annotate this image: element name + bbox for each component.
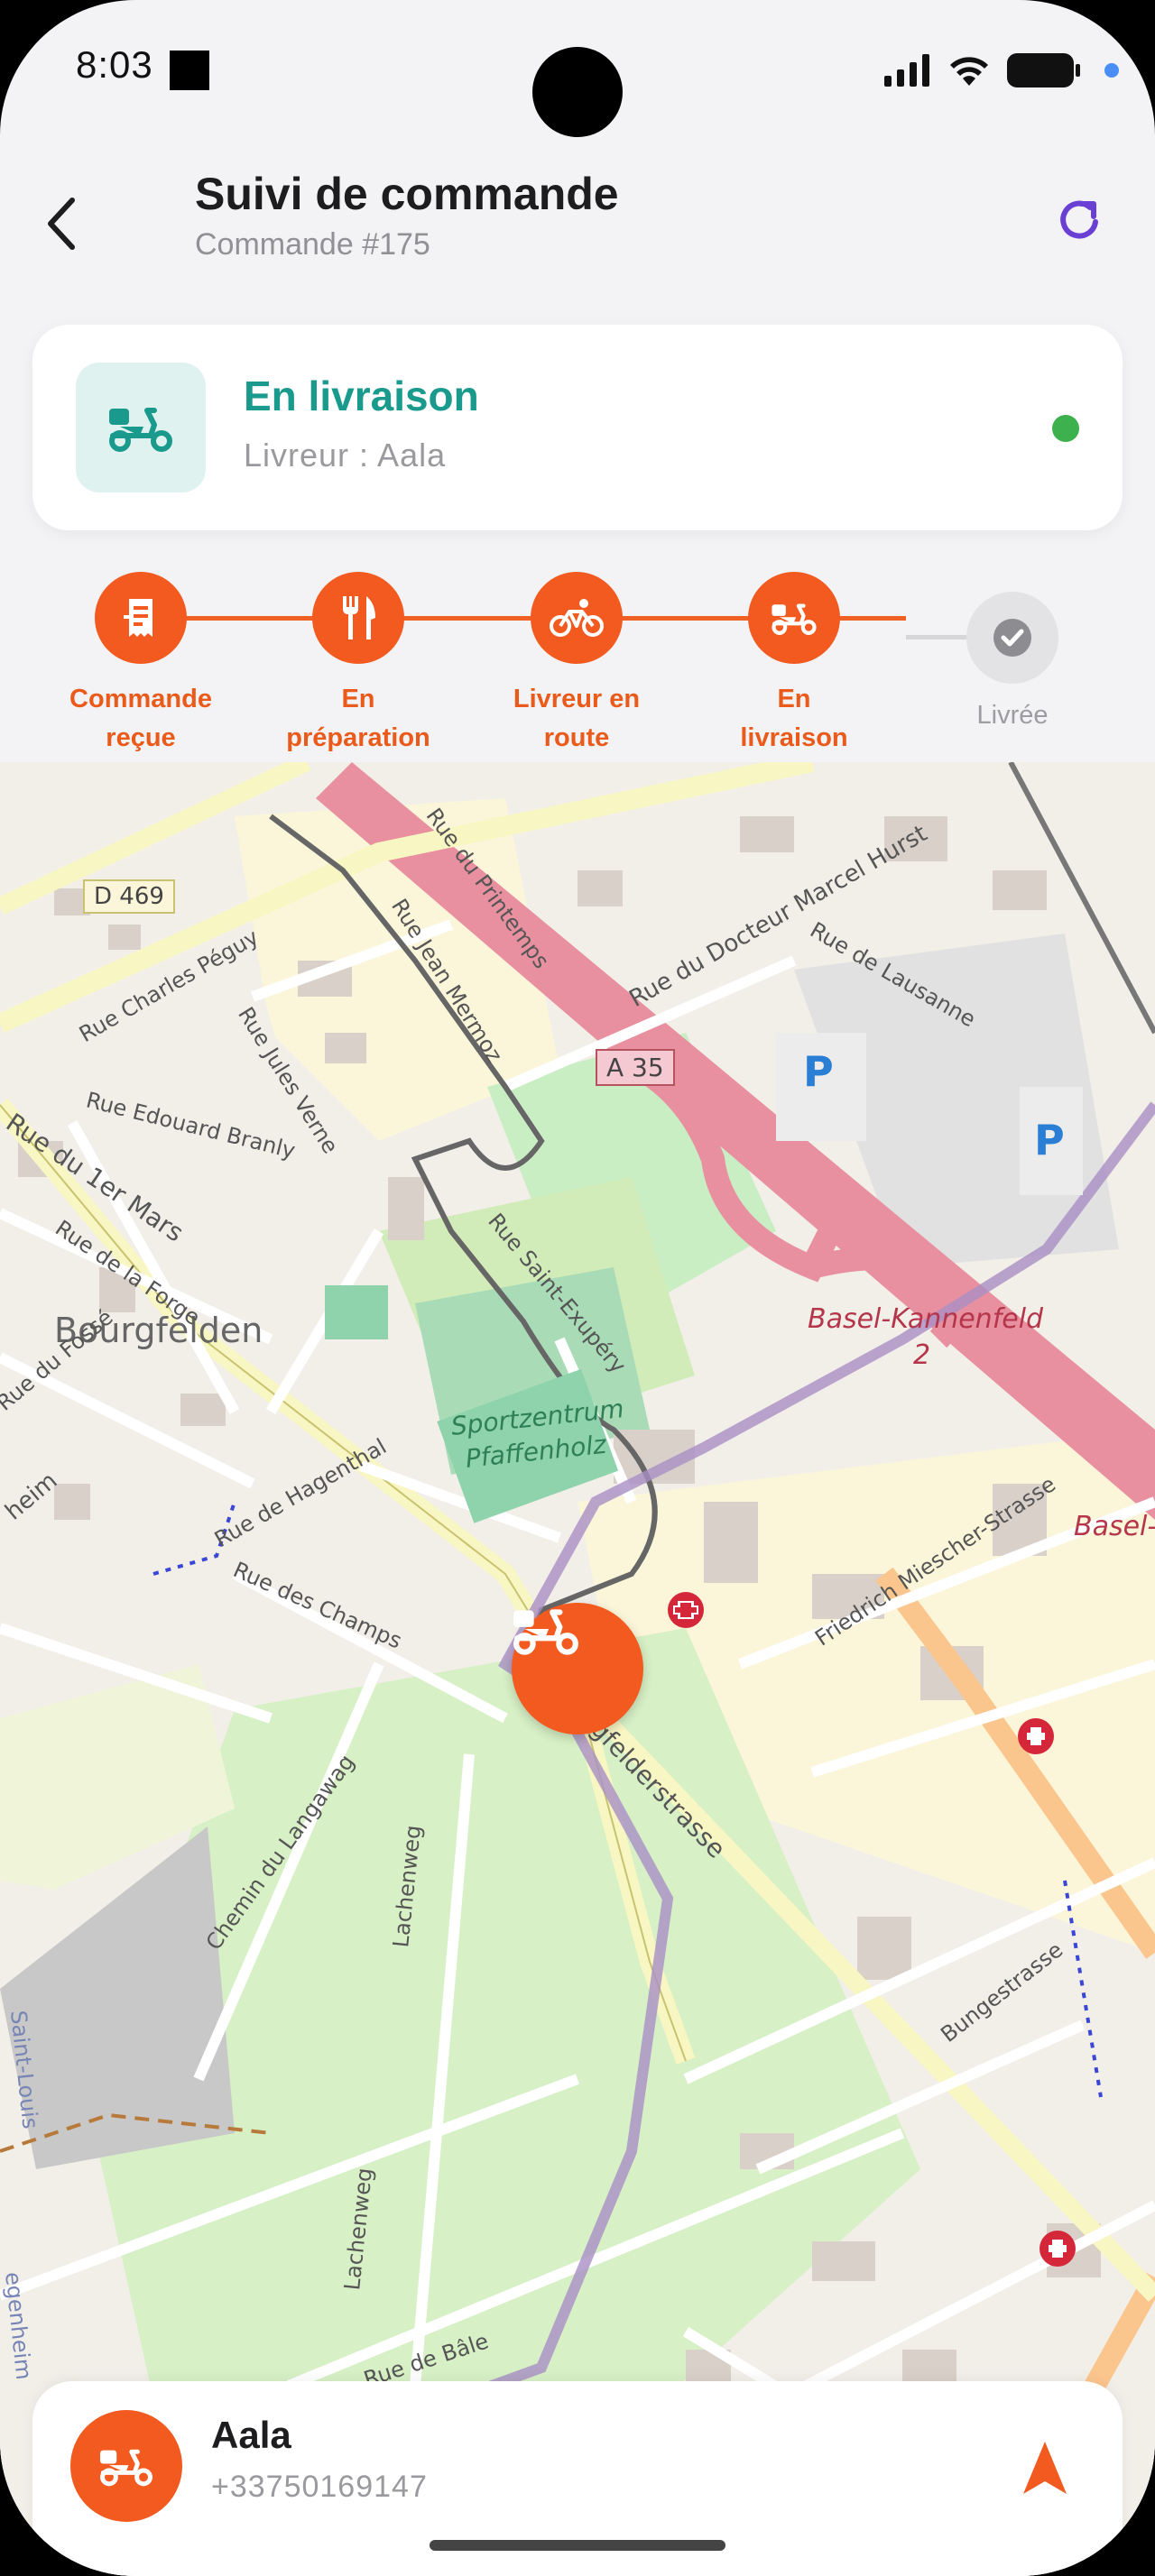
front-camera bbox=[532, 47, 623, 137]
step-circle bbox=[531, 572, 623, 664]
home-indicator[interactable] bbox=[430, 2540, 725, 2551]
step-livreur-en-route: Livreur en route bbox=[468, 572, 685, 758]
back-button[interactable] bbox=[36, 189, 87, 258]
bicycle-icon bbox=[550, 599, 604, 637]
courier-location-marker[interactable] bbox=[512, 1603, 643, 1734]
scooter-icon bbox=[772, 603, 817, 635]
step-circle bbox=[95, 572, 187, 664]
parking-icon: P bbox=[803, 1047, 834, 1096]
step-label: En bbox=[777, 685, 811, 713]
step-commande-recue: Commande reçue bbox=[32, 572, 249, 758]
chevron-left-icon bbox=[48, 198, 75, 250]
refresh-icon bbox=[1060, 200, 1098, 239]
step-label: livraison bbox=[740, 723, 848, 752]
step-circle-pending bbox=[966, 592, 1058, 684]
order-number: Commande #175 bbox=[195, 227, 430, 262]
parking-icon: P bbox=[1034, 1116, 1065, 1164]
receipt-icon bbox=[124, 599, 152, 637]
step-label: Livrée bbox=[976, 701, 1049, 730]
step-en-livraison: En livraison bbox=[686, 572, 902, 758]
refresh-button[interactable] bbox=[1050, 191, 1108, 249]
page-title: Suivi de commande bbox=[195, 169, 619, 219]
live-status-dot bbox=[1052, 415, 1079, 442]
step-label: En bbox=[341, 685, 375, 713]
scooter-icon bbox=[109, 408, 172, 452]
courier-name: Aala bbox=[211, 2414, 291, 2456]
step-circle bbox=[748, 572, 840, 664]
fork-knife-icon bbox=[343, 596, 375, 639]
courier-phone[interactable]: +33750169147 bbox=[211, 2470, 428, 2505]
scooter-icon bbox=[513, 1609, 578, 1655]
order-progress-stepper: Commande reçue En préparation Livreur en… bbox=[0, 559, 1155, 762]
battery-icon bbox=[1007, 53, 1080, 87]
map-road-label: A 35 bbox=[596, 1049, 675, 1086]
status-icon-box bbox=[76, 363, 206, 492]
delivery-status-card: En livraison Livreur : Aala bbox=[32, 325, 1123, 530]
privacy-dot bbox=[1104, 63, 1119, 78]
status-notification-icon bbox=[170, 51, 209, 90]
status-title: En livraison bbox=[244, 373, 479, 419]
status-icons bbox=[884, 51, 1119, 90]
step-label: préparation bbox=[286, 723, 430, 752]
wifi-icon bbox=[950, 57, 988, 86]
step-label: route bbox=[543, 723, 610, 752]
phone-screen: 8:03 Suivi de commande Commande #175 En … bbox=[0, 0, 1155, 2576]
step-circle bbox=[312, 572, 404, 664]
navigate-button[interactable] bbox=[1011, 2433, 1079, 2502]
delivery-map[interactable]: D 469 A 35 Bourgfelden Sportzentrum Pfaf… bbox=[0, 762, 1155, 2576]
map-place-label: 2 bbox=[913, 1339, 931, 1371]
step-livree: Livrée bbox=[904, 572, 1121, 735]
step-label: reçue bbox=[106, 723, 176, 752]
step-en-preparation: En préparation bbox=[250, 572, 467, 758]
status-time: 8:03 bbox=[76, 43, 153, 86]
map-road-label: D 469 bbox=[83, 879, 175, 914]
step-label: Commande bbox=[69, 685, 212, 713]
status-courier: Livreur : Aala bbox=[244, 437, 447, 474]
navigation-arrow-icon bbox=[1023, 2442, 1067, 2494]
check-icon bbox=[993, 619, 1031, 657]
signal-icon bbox=[884, 54, 929, 87]
scooter-icon bbox=[100, 2449, 152, 2487]
courier-avatar bbox=[70, 2410, 182, 2522]
map-place-label: Basel-Kannenfeld bbox=[808, 1303, 1044, 1335]
map-place-label: Basel- bbox=[1074, 1511, 1155, 1542]
step-label: Livreur en bbox=[513, 685, 641, 713]
status-bar: 8:03 bbox=[0, 0, 1155, 144]
header: Suivi de commande Commande #175 bbox=[0, 144, 1155, 293]
